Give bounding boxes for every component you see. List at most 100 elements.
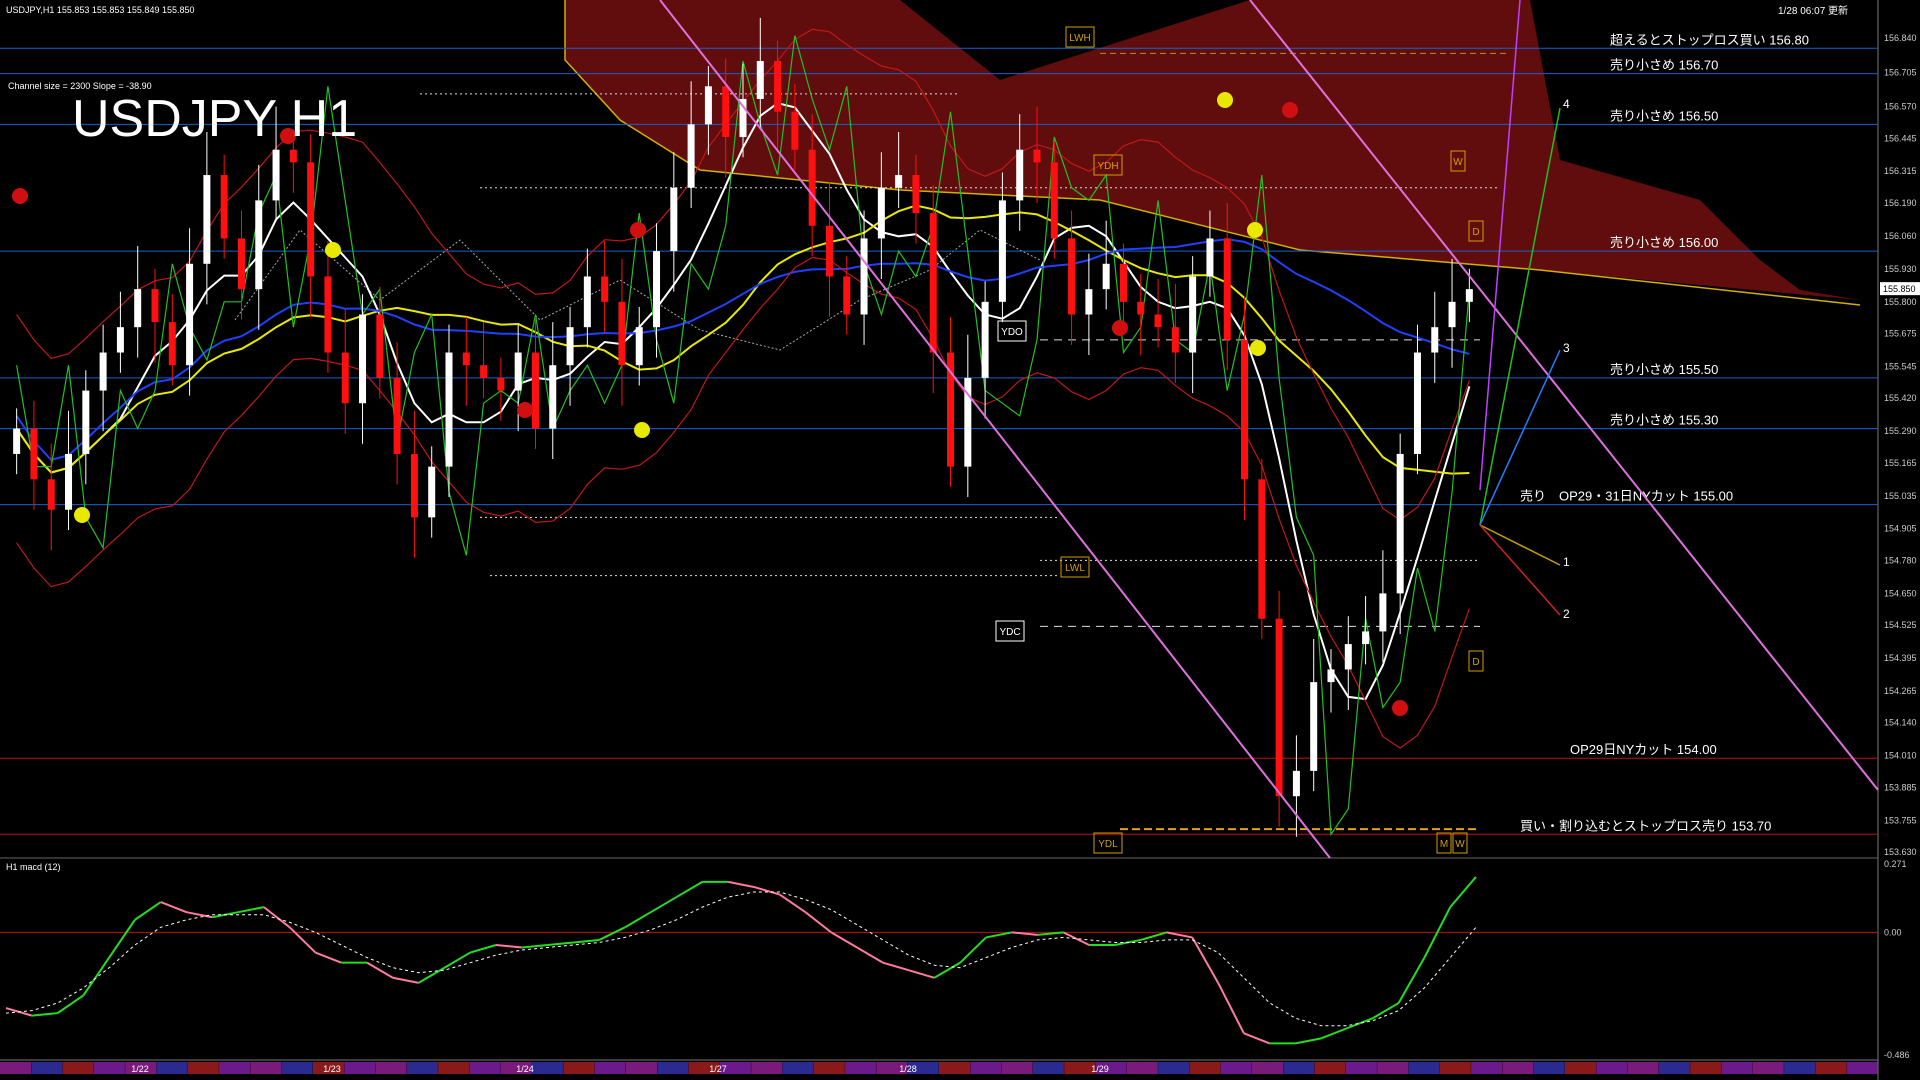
candle-body: [1050, 162, 1058, 239]
y-tick-label: 155.675: [1884, 329, 1917, 339]
fractal-icon: [1247, 222, 1263, 238]
candle-body: [341, 352, 349, 404]
candle-body: [653, 251, 661, 328]
date-bar-segment: [344, 1062, 376, 1074]
y-tick-label: 154.265: [1884, 686, 1917, 696]
date-bar-segment: [1314, 1062, 1346, 1074]
candle-body: [981, 301, 989, 378]
level-label-6: 売り OP29・31日NYカット 155.00: [1520, 489, 1733, 504]
y-tick-label: 154.525: [1884, 620, 1917, 630]
candle-body: [531, 352, 539, 429]
date-bar-segment: [1784, 1062, 1816, 1074]
date-bar-segment: [0, 1062, 31, 1074]
candle-body: [1241, 339, 1249, 480]
y-tick-label: 153.885: [1884, 782, 1917, 792]
marker-d-8: D: [1472, 657, 1479, 668]
price-chart[interactable]: 超えるとストップロス買い 156.80 売り小さめ 156.70 売り小さめ 156…: [0, 0, 1920, 1080]
candle-body: [583, 276, 591, 328]
candle-body: [843, 276, 851, 315]
date-bar-segment: [1658, 1062, 1690, 1074]
macd-tick-label: -0.486: [1884, 1050, 1910, 1060]
y-tick-label: 154.010: [1884, 751, 1917, 761]
date-bar-segment: [438, 1062, 470, 1074]
candle-body: [1016, 149, 1024, 201]
level-label-8: 買い・割り込むとストップロス売り 153.70: [1520, 818, 1771, 833]
candle-body: [998, 200, 1006, 302]
candle-body: [203, 175, 211, 264]
candle-body: [791, 111, 799, 150]
candle-body: [1448, 301, 1456, 328]
candle-body: [774, 60, 782, 112]
date-bar-segment: [939, 1062, 970, 1074]
candle-body: [1154, 314, 1162, 328]
date-label: 1/22: [131, 1064, 149, 1074]
candle-body: [929, 213, 937, 353]
y-tick-label: 156.315: [1884, 166, 1917, 176]
candle-body: [1223, 238, 1231, 340]
date-bar-segment: [813, 1062, 845, 1074]
candle-body: [1465, 289, 1473, 302]
projection-label-1: 1: [1563, 555, 1570, 569]
y-tick-label: 156.840: [1884, 33, 1917, 43]
candle-body: [220, 175, 228, 239]
level-label-5: 売り小さめ 155.30: [1610, 413, 1718, 428]
date-bar-segment: [1189, 1062, 1221, 1074]
date-bar-segment: [594, 1062, 626, 1074]
projection-label-3: 3: [1563, 341, 1570, 355]
date-bar-segment: [1439, 1062, 1471, 1074]
date-bar-segment: [187, 1062, 219, 1074]
level-label-1: 売り小さめ 156.70: [1610, 58, 1718, 73]
y-tick-label: 154.395: [1884, 653, 1917, 663]
date-bar-segment: [1502, 1062, 1534, 1074]
date-bar-segment: [1158, 1062, 1190, 1074]
candle-body: [1258, 479, 1266, 619]
date-label: 1/28: [899, 1064, 917, 1074]
candle-body: [324, 276, 332, 353]
date-bar-segment: [281, 1062, 313, 1074]
marker-ydo-2: YDO: [1001, 327, 1023, 338]
candle-body: [1068, 238, 1076, 315]
current-price-label: 155.850: [1883, 284, 1916, 294]
date-bar-segment: [1032, 1062, 1064, 1074]
level-label-3: 売り小さめ 156.00: [1610, 235, 1718, 250]
candle-body: [82, 390, 90, 454]
candle-body: [635, 327, 643, 366]
candle-body: [670, 187, 678, 252]
candle-body: [134, 289, 142, 328]
candle-body: [237, 238, 245, 290]
candle-body: [1327, 669, 1335, 683]
date-bar-segment: [626, 1062, 657, 1074]
date-bar-segment: [31, 1062, 63, 1074]
marker-d-7: D: [1472, 227, 1479, 238]
macd-tick-label: 0.271: [1884, 859, 1907, 869]
fractal-icon: [1217, 92, 1233, 108]
symbol-line: USDJPY,H1 155.853 155.853 155.849 155.85…: [6, 5, 195, 15]
candle-body: [1119, 263, 1127, 302]
date-bar-segment: [532, 1062, 564, 1074]
date-bar-segment: [1846, 1062, 1878, 1074]
fractal-icon: [1112, 320, 1128, 336]
marker-m-9: M: [1440, 839, 1448, 850]
candle-body: [566, 327, 574, 366]
fractal-icon: [1392, 700, 1408, 716]
date-bar-segment: [845, 1062, 877, 1074]
macd-label: H1 macd (12): [6, 862, 61, 872]
y-tick-label: 156.445: [1884, 133, 1917, 143]
date-bar-segment: [1220, 1062, 1252, 1074]
y-tick-label: 155.165: [1884, 458, 1917, 468]
candle-body: [1275, 618, 1283, 797]
y-tick-label: 153.630: [1884, 847, 1917, 857]
projection-label-2: 2: [1563, 607, 1570, 621]
date-bar-segment: [1815, 1062, 1847, 1074]
date-bar-segment: [751, 1062, 783, 1074]
date-bar-segment: [1565, 1062, 1596, 1074]
y-tick-label: 154.905: [1884, 524, 1917, 534]
marker-lwl-3: LWL: [1065, 563, 1085, 574]
candle-body: [1310, 682, 1318, 771]
macd-tick-label: 0.00: [1884, 927, 1902, 937]
y-tick-label: 156.570: [1884, 102, 1917, 112]
date-bar-segment: [1126, 1062, 1158, 1074]
candle-body: [618, 301, 626, 366]
y-tick-label: 156.190: [1884, 198, 1917, 208]
candle-body: [272, 149, 280, 201]
